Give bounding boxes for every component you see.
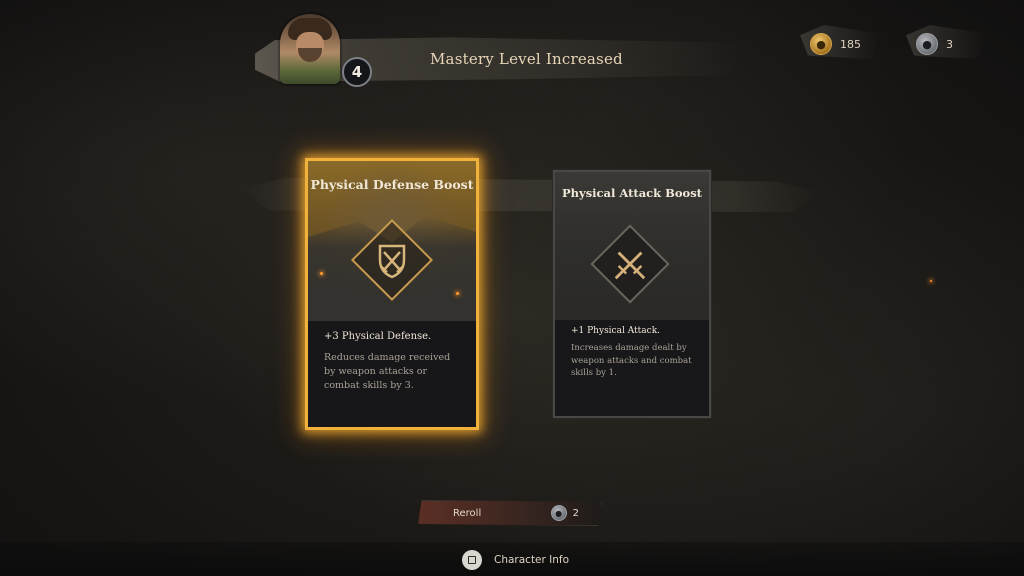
token-amount: 3 bbox=[946, 37, 953, 51]
crossed-swords-icon bbox=[614, 251, 646, 280]
card-body: +3 Physical Defense. Reduces damage rece… bbox=[308, 321, 476, 427]
reroll-label: Reroll bbox=[453, 508, 482, 519]
card-title: Physical Defense Boost bbox=[310, 177, 474, 192]
ember-particle bbox=[456, 292, 459, 295]
background-smoke bbox=[0, 0, 1024, 576]
token-icon: ● bbox=[916, 33, 938, 55]
card-physical-attack-boost[interactable]: Physical Attack Boost +1 Physical Attack… bbox=[553, 170, 711, 418]
page-title: Mastery Level Increased bbox=[430, 50, 623, 68]
token-icon: ● bbox=[550, 505, 567, 521]
reroll-cost: ● 2 bbox=[550, 505, 579, 521]
token-counter: ● 3 bbox=[906, 25, 986, 59]
character-portrait bbox=[280, 14, 340, 84]
card-description: Reduces damage received by weapon attack… bbox=[324, 352, 451, 391]
gold-amount: 185 bbox=[840, 37, 861, 51]
card-body: +1 Physical Attack. Increases damage dea… bbox=[555, 320, 709, 416]
card-stat: +3 Physical Defense. bbox=[324, 331, 432, 342]
square-button-icon bbox=[462, 550, 482, 570]
gold-counter: ● 185 bbox=[800, 25, 880, 59]
card-description: Increases damage dealt by weapon attacks… bbox=[571, 343, 692, 378]
card-stat: +1 Physical Attack. bbox=[571, 326, 661, 336]
reroll-cost-amount: 2 bbox=[572, 507, 579, 519]
ember-particle bbox=[320, 272, 323, 275]
gold-coin-icon: ● bbox=[810, 33, 832, 55]
shield-swords-icon bbox=[378, 244, 406, 279]
character-info-label: Character Info bbox=[494, 554, 570, 566]
reroll-button[interactable]: Reroll ● 2 bbox=[418, 500, 602, 526]
card-title: Physical Attack Boost bbox=[562, 186, 702, 200]
character-info-button[interactable]: Character Info bbox=[462, 550, 569, 570]
card-physical-defense-boost[interactable]: Physical Defense Boost +3 Physical Defen… bbox=[305, 158, 479, 430]
ember-particle bbox=[930, 280, 932, 282]
mastery-level-badge: 4 bbox=[342, 57, 372, 87]
